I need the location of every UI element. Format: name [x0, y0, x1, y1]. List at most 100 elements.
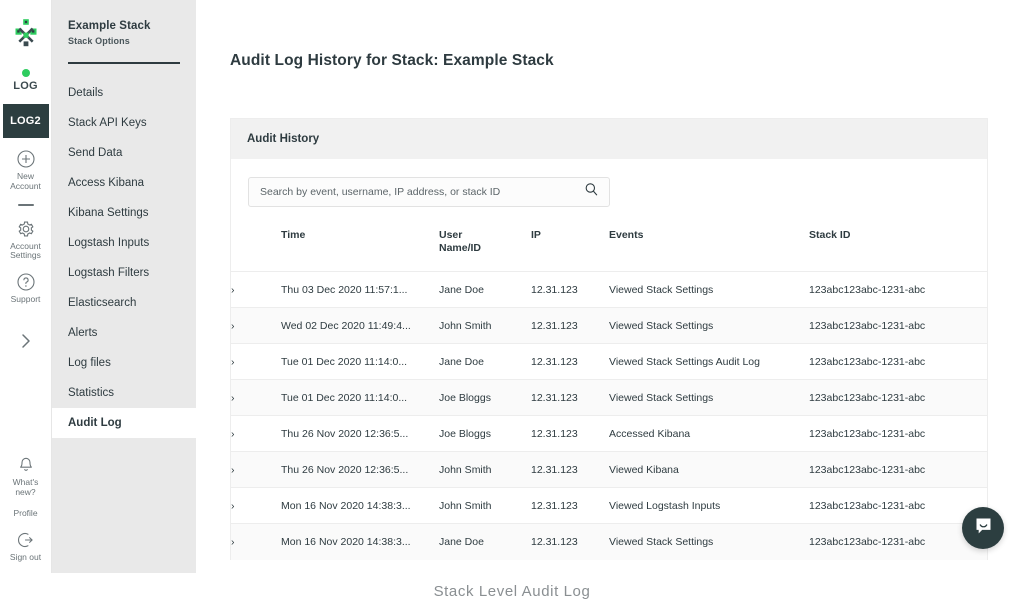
question-circle-icon	[0, 273, 52, 293]
sidebar-item-logstash-inputs-label: Logstash Inputs	[68, 237, 150, 249]
search-box[interactable]	[248, 177, 610, 207]
chat-widget-button[interactable]	[962, 507, 1004, 549]
row-expand-chevron-right-icon[interactable]: ›	[231, 452, 281, 488]
row-expand-chevron-right-icon[interactable]: ›	[231, 416, 281, 452]
rail-item-account-settings-line2: Settings	[10, 250, 41, 261]
rail-item-whats-new-line2: new?	[15, 486, 36, 497]
rail-item-new-account-line2: Account	[10, 180, 41, 191]
cell-time: Thu 26 Nov 2020 12:36:5...	[281, 463, 409, 476]
column-header-events[interactable]: Events	[609, 223, 809, 272]
column-header-stack-id[interactable]: Stack ID	[809, 223, 987, 272]
sidebar-item-log-files[interactable]: Log files	[52, 348, 196, 378]
stack-options-nav: Details Stack API Keys Send Data Access …	[52, 78, 196, 438]
cell-ip: 12.31.123	[531, 319, 578, 332]
sidebar-item-statistics[interactable]: Statistics	[52, 378, 196, 408]
cell-time: Mon 16 Nov 2020 14:38:3...	[281, 499, 411, 512]
cell-stack-id: 123abc123abc-1231-abc	[809, 391, 926, 404]
table-row[interactable]: › Mon 16 Nov 2020 14:38:3... Jane Doe 12…	[231, 523, 987, 560]
rail-item-sign-out[interactable]: Sign out	[0, 531, 52, 573]
column-header-user-line2: Name/ID	[439, 242, 482, 255]
stack-selector-log[interactable]: LOG	[3, 64, 49, 98]
table-row[interactable]: › Thu 26 Nov 2020 12:36:5... John Smith …	[231, 451, 987, 488]
row-expand-chevron-right-icon[interactable]: ›	[231, 272, 281, 308]
sidebar-item-logstash-filters[interactable]: Logstash Filters	[52, 258, 196, 288]
rail-item-account-settings-line1: Account	[10, 240, 41, 251]
column-header-time[interactable]: Time	[281, 223, 439, 272]
cell-event: Viewed Kibana	[609, 463, 679, 476]
audit-log-table: Time User Name/ID IP Events Stack ID › T…	[231, 223, 987, 560]
column-header-toggle	[231, 223, 281, 272]
rail-item-new-account[interactable]: New Account	[0, 150, 52, 192]
search-input[interactable]	[249, 178, 609, 206]
cell-ip: 12.31.123	[531, 355, 578, 368]
cell-stack-id: 123abc123abc-1231-abc	[809, 536, 926, 548]
cell-ip: 12.31.123	[531, 536, 578, 548]
rail-item-profile-label: Profile	[13, 508, 38, 519]
sidebar-item-kibana-settings[interactable]: Kibana Settings	[52, 198, 196, 228]
table-row[interactable]: › Tue 01 Dec 2020 11:14:0... Jane Doe 12…	[231, 343, 987, 380]
rail-item-whats-new[interactable]: What's new?	[0, 456, 52, 498]
cell-event: Accessed Kibana	[609, 427, 691, 440]
cell-user: Jane Doe	[439, 536, 484, 548]
row-expand-chevron-right-icon[interactable]: ›	[231, 380, 281, 416]
column-header-ip[interactable]: IP	[531, 223, 609, 272]
sign-out-icon	[0, 531, 52, 551]
table-row[interactable]: › Thu 03 Dec 2020 11:57:1... Jane Doe 12…	[231, 271, 987, 308]
sidebar-item-details-label: Details	[68, 87, 104, 99]
audit-history-card: Audit History Search by event, username,…	[230, 118, 988, 560]
cell-event: Viewed Stack Settings	[609, 283, 714, 296]
rail-divider	[17, 203, 34, 206]
sidebar-item-elasticsearch-label: Elasticsearch	[68, 297, 137, 309]
sidebar-item-elasticsearch[interactable]: Elasticsearch	[52, 288, 196, 318]
rail-item-support[interactable]: Support	[0, 273, 52, 305]
sidebar-item-stack-api-keys[interactable]: Stack API Keys	[52, 108, 196, 138]
sidebar-item-alerts[interactable]: Alerts	[52, 318, 196, 348]
sidebar-item-send-data-label: Send Data	[68, 147, 123, 159]
cell-time: Tue 01 Dec 2020 11:14:0...	[281, 355, 408, 368]
table-row[interactable]: › Thu 26 Nov 2020 12:36:5... Joe Bloggs …	[231, 415, 987, 452]
bell-icon	[0, 456, 52, 476]
cell-event: Viewed Logstash Inputs	[609, 499, 721, 512]
cell-time: Tue 01 Dec 2020 11:14:0...	[281, 391, 408, 404]
rail-item-account-settings[interactable]: Account Settings	[0, 220, 52, 262]
search-icon[interactable]	[584, 182, 599, 202]
rail-item-whats-new-line1: What's	[12, 476, 39, 487]
row-expand-chevron-right-icon[interactable]: ›	[231, 344, 281, 380]
stack-selector-log-label: LOG	[13, 80, 38, 92]
cell-event: Viewed Stack Settings Audit Log	[609, 355, 760, 368]
sidebar-item-audit-log[interactable]: Audit Log	[52, 408, 196, 438]
column-header-user[interactable]: User Name/ID	[439, 223, 531, 272]
table-row[interactable]: › Wed 02 Dec 2020 11:49:4... John Smith …	[231, 307, 987, 344]
sidebar-item-access-kibana[interactable]: Access Kibana	[52, 168, 196, 198]
cell-ip: 12.31.123	[531, 499, 578, 512]
main-content: Audit Log History for Stack: Example Sta…	[196, 0, 1024, 573]
cell-ip: 12.31.123	[531, 463, 578, 476]
cell-ip: 12.31.123	[531, 283, 578, 296]
column-header-user-line1: User	[439, 229, 463, 241]
search-area	[231, 159, 987, 223]
sidebar-item-send-data[interactable]: Send Data	[52, 138, 196, 168]
table-body: › Thu 03 Dec 2020 11:57:1... Jane Doe 12…	[231, 271, 987, 560]
row-expand-chevron-right-icon[interactable]: ›	[231, 488, 281, 524]
cell-event: Viewed Stack Settings	[609, 536, 714, 548]
sidebar-item-alerts-label: Alerts	[68, 327, 98, 339]
cell-user: Joe Bloggs	[439, 391, 491, 404]
chevron-right-icon	[18, 334, 34, 355]
sidebar-item-details[interactable]: Details	[52, 78, 196, 108]
table-row[interactable]: › Tue 01 Dec 2020 11:14:0... Joe Bloggs …	[231, 379, 987, 416]
plus-circle-icon	[0, 150, 52, 170]
stack-selector-log2[interactable]: LOG2	[2, 104, 49, 138]
sidebar-item-statistics-label: Statistics	[68, 387, 115, 399]
app-root: LOG LOG2 New Account Account Settings Su…	[0, 0, 1024, 610]
rail-expand-button[interactable]	[18, 331, 34, 356]
cell-user: John Smith	[439, 499, 492, 512]
cell-user: John Smith	[439, 319, 492, 332]
row-expand-chevron-right-icon[interactable]: ›	[231, 524, 281, 560]
cell-user: John Smith	[439, 463, 492, 476]
rail-item-profile[interactable]: Profile	[0, 509, 52, 519]
gear-icon	[0, 220, 52, 240]
table-row[interactable]: › Mon 16 Nov 2020 14:38:3... John Smith …	[231, 487, 987, 524]
row-expand-chevron-right-icon[interactable]: ›	[231, 308, 281, 344]
cell-stack-id: 123abc123abc-1231-abc	[809, 319, 926, 332]
sidebar-item-logstash-inputs[interactable]: Logstash Inputs	[52, 228, 196, 258]
